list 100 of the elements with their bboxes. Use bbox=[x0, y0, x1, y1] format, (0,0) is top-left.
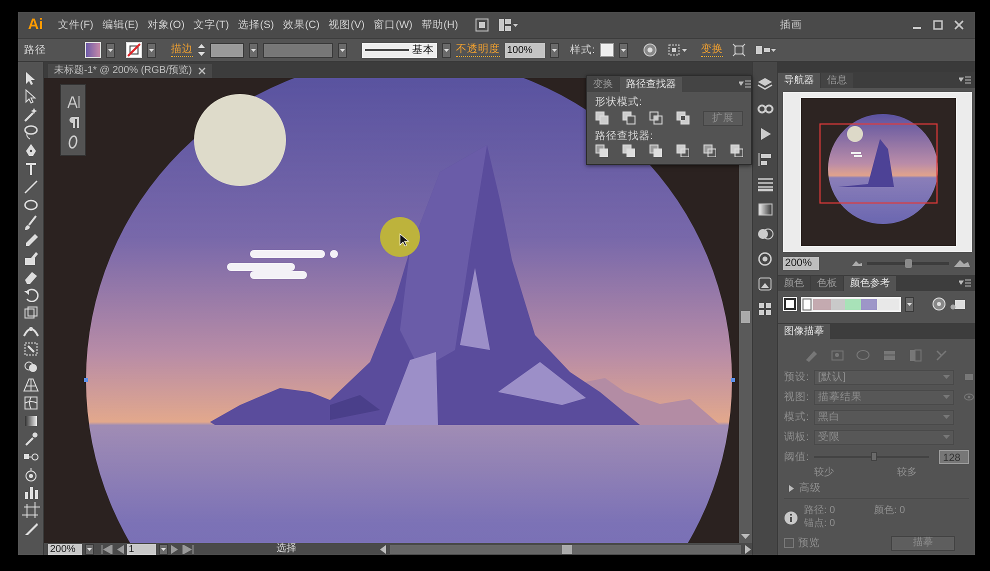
next-page-icon[interactable] bbox=[171, 544, 180, 554]
trim-icon[interactable] bbox=[622, 144, 635, 158]
symbols-icon[interactable] bbox=[756, 301, 774, 317]
panel-tab[interactable]: 信息 bbox=[821, 73, 853, 88]
crop-icon[interactable] bbox=[676, 144, 689, 158]
align-icon[interactable] bbox=[756, 151, 774, 167]
dropdown-caret[interactable] bbox=[338, 42, 347, 58]
free-transform-icon[interactable] bbox=[22, 340, 40, 356]
panel-tab[interactable]: 色板 bbox=[811, 276, 843, 291]
menu-item[interactable]: 对象(O) bbox=[147, 18, 185, 32]
base-color-swatch[interactable] bbox=[783, 297, 797, 311]
panel-tab[interactable]: 颜色 bbox=[778, 276, 810, 291]
page-field[interactable]: 1 bbox=[126, 544, 156, 554]
line-tool-icon[interactable] bbox=[22, 178, 40, 194]
scrollbar-thumb[interactable] bbox=[741, 311, 750, 323]
dropdown-caret[interactable] bbox=[84, 544, 94, 554]
opacity-field[interactable]: 100% bbox=[505, 42, 545, 58]
panel-menu-icon[interactable] bbox=[739, 80, 751, 90]
zoom-field[interactable]: 200% bbox=[48, 544, 82, 554]
align-grid-icon[interactable] bbox=[668, 43, 688, 57]
menu-item[interactable]: 文件(F) bbox=[58, 18, 94, 32]
character-panel-icon[interactable] bbox=[66, 95, 80, 109]
exclude-icon[interactable] bbox=[676, 111, 690, 126]
document-tab[interactable]: 未标题-1* @ 200% (RGB/预览) bbox=[48, 64, 212, 78]
dropdown-caret[interactable] bbox=[147, 42, 156, 58]
divide-icon[interactable] bbox=[595, 144, 608, 158]
gradient-panel-icon[interactable] bbox=[756, 201, 774, 217]
lasso-icon[interactable] bbox=[22, 124, 40, 140]
panel-tab[interactable]: 颜色参考 bbox=[844, 276, 896, 291]
opentype-panel-icon[interactable] bbox=[66, 135, 80, 149]
menu-item[interactable]: 帮助(H) bbox=[422, 18, 458, 32]
graphic-style-swatch[interactable] bbox=[600, 43, 614, 57]
bridge-icon[interactable] bbox=[475, 18, 490, 32]
slider-thumb[interactable] bbox=[905, 258, 912, 268]
menu-item[interactable]: 编辑(E) bbox=[102, 18, 138, 32]
dropdown-caret[interactable] bbox=[442, 42, 451, 58]
panel-menu-icon[interactable] bbox=[959, 76, 971, 86]
transparency-icon[interactable] bbox=[756, 226, 774, 242]
artboard-tool-icon[interactable] bbox=[22, 502, 40, 518]
color-harmony-strip[interactable] bbox=[801, 296, 901, 312]
merge-icon[interactable] bbox=[649, 144, 662, 158]
appearance-icon[interactable] bbox=[756, 251, 774, 267]
menu-item[interactable]: 窗口(W) bbox=[374, 18, 412, 32]
zoom-out-icon[interactable] bbox=[852, 259, 862, 267]
scale-tool-icon[interactable] bbox=[22, 304, 40, 320]
minus-back-icon[interactable] bbox=[730, 144, 743, 158]
previous-page-icon[interactable] bbox=[116, 544, 124, 554]
field-label: 模式: bbox=[784, 410, 810, 424]
menu-item[interactable]: 视图(V) bbox=[328, 18, 365, 32]
transform-icon[interactable] bbox=[732, 43, 746, 57]
stroke-weight-field[interactable] bbox=[210, 42, 244, 58]
minus-front-icon[interactable] bbox=[622, 111, 636, 126]
panel-menu-icon[interactable] bbox=[959, 279, 971, 289]
scroll-down-icon[interactable] bbox=[741, 532, 750, 541]
fill-swatch[interactable] bbox=[85, 42, 101, 58]
intersect-icon[interactable] bbox=[649, 111, 663, 126]
mesh-tool-icon[interactable] bbox=[22, 394, 40, 410]
isolate-icon[interactable] bbox=[754, 43, 777, 57]
first-page-icon[interactable] bbox=[100, 544, 113, 554]
dropdown-caret[interactable] bbox=[905, 296, 914, 312]
arrange-documents-icon[interactable] bbox=[498, 18, 518, 32]
maximize-icon[interactable] bbox=[932, 19, 944, 31]
magic-wand-icon[interactable] bbox=[22, 106, 40, 122]
horizontal-scrollbar[interactable] bbox=[390, 544, 742, 554]
stroke-panel-icon[interactable] bbox=[756, 176, 774, 192]
opacity-link[interactable]: 不透明度 bbox=[456, 43, 500, 57]
zoom-field[interactable]: 200% bbox=[783, 256, 819, 270]
layers-icon[interactable] bbox=[756, 76, 774, 92]
scrollbar-thumb[interactable] bbox=[562, 544, 572, 554]
variable-width-profile-field[interactable] bbox=[263, 42, 333, 58]
scroll-left-icon[interactable] bbox=[378, 544, 387, 554]
dropdown-caret[interactable] bbox=[106, 42, 115, 58]
menu-item[interactable]: 文字(T) bbox=[194, 18, 230, 32]
perspective-grid-icon[interactable] bbox=[22, 376, 40, 392]
brush-definition-dropdown[interactable]: 基本 bbox=[362, 42, 437, 58]
stroke-link[interactable]: 描边 bbox=[171, 43, 193, 57]
swatch-save-icon[interactable] bbox=[950, 297, 966, 311]
workspace-label[interactable]: 插画 bbox=[780, 18, 802, 32]
menu-item[interactable]: 效果(C) bbox=[283, 18, 320, 32]
menu-item[interactable]: 选择(S) bbox=[238, 18, 274, 32]
panel-tab[interactable]: 路径查找器 bbox=[620, 77, 682, 92]
caret-icon bbox=[943, 375, 950, 379]
close-icon[interactable] bbox=[953, 19, 965, 31]
trace-stat: 锚点: 0 bbox=[804, 518, 836, 530]
close-icon[interactable] bbox=[198, 67, 206, 75]
stepper-icon[interactable] bbox=[198, 43, 205, 57]
zoom-in-icon[interactable] bbox=[954, 258, 970, 268]
rotate-tool-icon[interactable] bbox=[22, 286, 40, 302]
last-page-icon[interactable] bbox=[182, 544, 194, 554]
graphic-styles-icon[interactable] bbox=[756, 276, 774, 292]
color-wheel-icon[interactable] bbox=[932, 297, 946, 311]
stroke-swatch[interactable] bbox=[126, 42, 142, 58]
transform-link[interactable]: 变换 bbox=[700, 43, 723, 57]
unite-icon[interactable] bbox=[595, 111, 609, 126]
dropdown-caret[interactable] bbox=[618, 42, 628, 58]
dropdown-caret[interactable] bbox=[550, 42, 559, 58]
dropdown-caret[interactable] bbox=[159, 544, 168, 554]
panel-tab[interactable]: 导航器 bbox=[778, 73, 820, 88]
recolor-icon[interactable] bbox=[642, 43, 657, 57]
dropdown-caret[interactable] bbox=[249, 42, 258, 58]
